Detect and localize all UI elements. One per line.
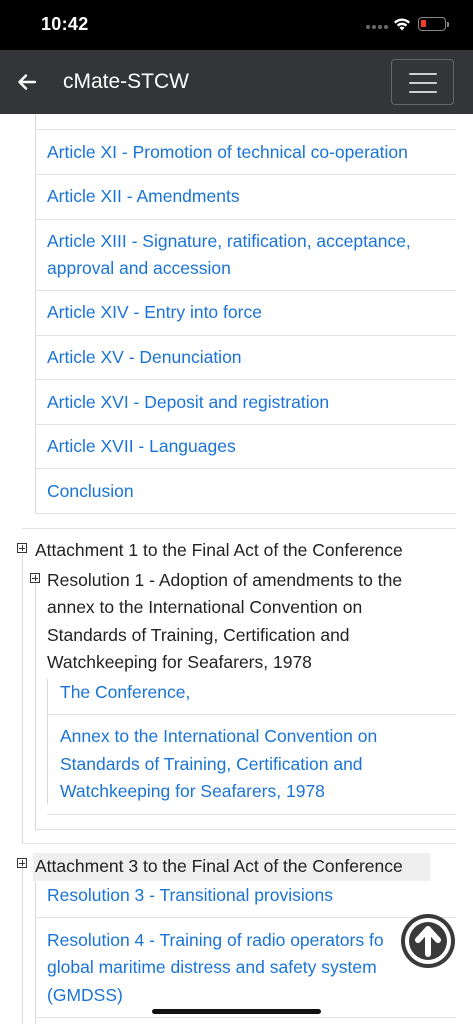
tree-guide-line	[22, 554, 23, 844]
attachment-3-node[interactable]: Attachment 3 to the Final Act of the Con…	[35, 853, 403, 881]
cellular-signal-icon	[366, 25, 388, 29]
annex-link[interactable]: Annex to the International Convention on	[60, 723, 377, 751]
article-xi-link[interactable]: Article XI - Promotion of technical co-o…	[47, 139, 408, 167]
status-bar: 10:42	[0, 0, 473, 50]
resolution-1-node-line[interactable]: Watchkeeping for Seafarers, 1978	[47, 649, 312, 677]
home-indicator[interactable]	[152, 1009, 321, 1014]
attachment-1-node[interactable]: Attachment 1 to the Final Act of the Con…	[35, 537, 403, 565]
hamburger-menu-button[interactable]	[391, 59, 454, 105]
app-title: cMate-STCW	[63, 70, 189, 93]
conclusion-link[interactable]: Conclusion	[47, 478, 134, 506]
divider	[35, 513, 456, 514]
resolution-3-link[interactable]: Resolution 3 - Transitional provisions	[47, 882, 333, 910]
plus-box-icon[interactable]	[30, 573, 40, 583]
resolution-4-link-line[interactable]: global maritime distress and safety syst…	[47, 954, 377, 982]
article-xv-link[interactable]: Article XV - Denunciation	[47, 344, 242, 372]
the-conference-link[interactable]: The Conference,	[60, 679, 190, 707]
resolution-4-link-line[interactable]: (GMDSS)	[47, 982, 123, 1010]
divider	[35, 335, 456, 336]
divider	[47, 814, 456, 815]
article-xvii-link[interactable]: Article XVII - Languages	[47, 433, 236, 461]
article-xvi-link[interactable]: Article XVI - Deposit and registration	[47, 389, 329, 417]
tree-guide-line	[35, 579, 36, 831]
plus-box-icon[interactable]	[17, 543, 27, 553]
tree-guide-line	[47, 679, 48, 804]
tree-guide-line	[35, 882, 36, 1024]
article-xii-link[interactable]: Article XII - Amendments	[47, 183, 240, 211]
divider	[35, 379, 456, 380]
divider	[35, 424, 456, 425]
plus-box-icon[interactable]	[17, 858, 27, 868]
divider	[35, 219, 456, 220]
annex-link-line[interactable]: Watchkeeping for Seafarers, 1978	[60, 778, 325, 806]
divider	[35, 468, 456, 469]
divider	[22, 528, 456, 529]
hamburger-menu-icon	[409, 73, 437, 75]
resolution-4-link[interactable]: Resolution 4 - Training of radio operato…	[47, 927, 384, 955]
arrow-left-icon[interactable]	[16, 71, 38, 93]
divider	[35, 129, 456, 130]
hamburger-menu-icon-bar	[409, 91, 437, 93]
divider	[35, 174, 456, 175]
wifi-icon	[394, 18, 410, 31]
tree-guide-line	[22, 868, 23, 1024]
divider	[35, 290, 456, 291]
divider	[35, 1017, 456, 1018]
article-xiv-link[interactable]: Article XIV - Entry into force	[47, 299, 262, 327]
divider	[22, 843, 456, 844]
article-xiii-link-continued[interactable]: approval and accession	[47, 255, 231, 283]
app-bar: cMate-STCW	[0, 50, 473, 114]
resolution-1-node[interactable]: Resolution 1 - Adoption of amendments to…	[47, 567, 402, 595]
article-xiii-link[interactable]: Article XIII - Signature, ratification, …	[47, 228, 411, 256]
status-time: 10:42	[41, 14, 89, 34]
divider	[35, 917, 456, 918]
divider	[35, 829, 456, 830]
annex-link-line[interactable]: Standards of Training, Certification and	[60, 751, 363, 779]
scroll-to-top-button[interactable]	[401, 914, 455, 968]
arrow-up-icon	[405, 918, 451, 964]
resolution-1-node-line[interactable]: annex to the International Convention on	[47, 594, 362, 622]
content-tree: Article XI - Promotion of technical co-o…	[0, 114, 473, 1024]
battery-icon	[418, 17, 449, 31]
divider	[47, 714, 456, 715]
resolution-1-node-line[interactable]: Standards of Training, Certification and	[47, 622, 350, 650]
hamburger-menu-icon-bar	[409, 82, 437, 84]
